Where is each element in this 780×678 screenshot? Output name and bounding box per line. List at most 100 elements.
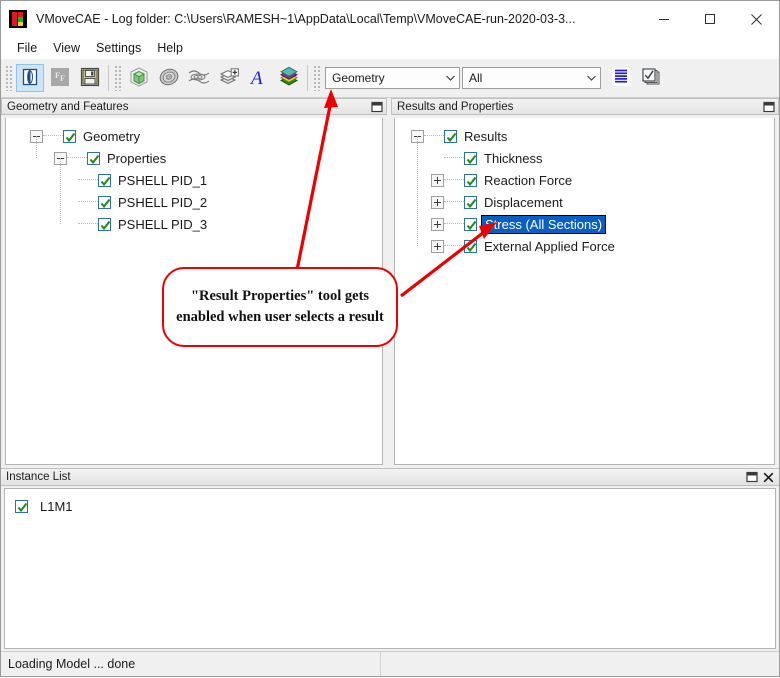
add-layer-button[interactable] xyxy=(215,64,243,92)
instance-list-item[interactable]: L1M1 xyxy=(15,496,775,516)
tree-item-properties[interactable]: Properties xyxy=(6,147,382,169)
tree-item-label: Results xyxy=(464,128,508,144)
text-annotation-button[interactable]: A xyxy=(245,64,273,92)
toolbar-grip-3[interactable] xyxy=(313,65,320,91)
menu-view[interactable]: View xyxy=(45,39,88,57)
select-all-pages-icon xyxy=(640,66,662,91)
checkbox-checked[interactable] xyxy=(98,217,111,231)
tree-item-thickness[interactable]: Thickness xyxy=(395,147,774,169)
text-annotation-icon: A xyxy=(248,66,270,91)
instance-list-body[interactable]: L1M1 xyxy=(4,488,776,649)
tree-item-external-applied-force[interactable]: External Applied Force xyxy=(395,235,774,257)
checkbox-checked[interactable] xyxy=(464,239,477,253)
geometry-panel-title: Geometry and Features xyxy=(7,100,129,113)
toolbar-grip-1[interactable] xyxy=(5,65,12,91)
toolbar-separator-2 xyxy=(307,65,308,91)
toolbar-group-file: F F xyxy=(15,63,105,93)
menu-file[interactable]: File xyxy=(9,39,45,57)
save-button[interactable] xyxy=(76,64,104,92)
tree-item-results[interactable]: Results xyxy=(395,125,774,147)
close-panel-icon[interactable] xyxy=(762,471,775,484)
expand-icon[interactable] xyxy=(431,195,444,209)
checkbox-checked[interactable] xyxy=(15,499,28,513)
maximize-button[interactable] xyxy=(687,1,733,37)
tree-item-label: Properties xyxy=(107,150,167,166)
tree-item-label: External Applied Force xyxy=(484,238,615,254)
checkbox-checked[interactable] xyxy=(98,173,111,187)
checkbox-checked[interactable] xyxy=(464,195,477,209)
main-content: Geometry and Features Geometry Propertie… xyxy=(1,98,779,676)
toolbar-grip-2[interactable] xyxy=(114,65,121,91)
instance-list-header-buttons xyxy=(745,471,775,484)
checkbox-checked[interactable] xyxy=(98,195,111,209)
list-button[interactable] xyxy=(607,64,635,92)
checkbox-checked[interactable] xyxy=(63,129,76,143)
expand-icon[interactable] xyxy=(431,173,444,187)
geometry-cube-icon xyxy=(127,65,151,92)
tree-item-reaction-force[interactable]: Reaction Force xyxy=(395,169,774,191)
ff-button: F F xyxy=(46,64,74,92)
checkbox-checked[interactable] xyxy=(464,173,477,187)
instance-list-panel: Instance List L1M1 xyxy=(1,468,779,651)
annotation-callout: "Result Properties" tool gets enabled wh… xyxy=(162,267,398,347)
dock-window-icon[interactable] xyxy=(370,100,383,113)
status-secondary xyxy=(381,652,388,676)
tree-item-pshell-pid-1[interactable]: PSHELL PID_1 xyxy=(6,169,382,191)
expand-icon[interactable] xyxy=(431,239,444,253)
checkbox-checked[interactable] xyxy=(444,129,457,143)
filter-combo[interactable]: All xyxy=(462,67,601,89)
shell-button[interactable] xyxy=(155,64,183,92)
menu-help[interactable]: Help xyxy=(149,39,191,57)
tree-item-label: Geometry xyxy=(83,128,141,144)
tree-item-geometry[interactable]: Geometry xyxy=(6,125,382,147)
restore-window-icon[interactable] xyxy=(745,471,758,484)
tree-item-label: PSHELL PID_2 xyxy=(118,194,208,210)
result-properties-books-icon xyxy=(277,65,301,92)
checkbox-checked[interactable] xyxy=(464,151,477,165)
minimize-button[interactable] xyxy=(641,1,687,37)
results-panel-header-buttons xyxy=(762,100,775,113)
geometry-tree: Geometry Properties PSHELL PID_1 PSHELL … xyxy=(6,118,382,235)
results-panel-header: Results and Properties xyxy=(391,98,779,115)
dock-window-icon[interactable] xyxy=(762,100,775,113)
contour-waves-icon xyxy=(187,65,211,92)
open-file-button[interactable] xyxy=(16,64,44,92)
checkbox-checked[interactable] xyxy=(87,151,100,165)
select-all-button[interactable] xyxy=(637,64,665,92)
checkbox-checked[interactable] xyxy=(464,217,477,231)
filter-combo-value: All xyxy=(469,71,483,85)
expand-icon[interactable] xyxy=(431,217,444,231)
tree-item-displacement[interactable]: Displacement xyxy=(395,191,774,213)
svg-text:A: A xyxy=(249,68,263,88)
results-panel-title: Results and Properties xyxy=(397,100,514,113)
tree-item-label: Reaction Force xyxy=(484,172,573,188)
results-tree-container[interactable]: Results Thickness Reaction Force Displac… xyxy=(394,118,775,465)
app-logo-icon xyxy=(9,10,27,28)
tree-item-stress-all-sections[interactable]: Stress (All Sections) xyxy=(395,213,774,235)
results-properties-panel: Results and Properties Results Thickness… xyxy=(391,98,779,468)
save-icon xyxy=(79,66,101,91)
results-tree: Results Thickness Reaction Force Displac… xyxy=(395,118,774,257)
entity-type-combo-value: Geometry xyxy=(332,71,385,85)
tree-item-label: PSHELL PID_1 xyxy=(118,172,208,188)
entity-type-combo[interactable]: Geometry xyxy=(325,67,460,89)
tree-item-pshell-pid-3[interactable]: PSHELL PID_3 xyxy=(6,213,382,235)
tree-item-pshell-pid-2[interactable]: PSHELL PID_2 xyxy=(6,191,382,213)
result-properties-button[interactable] xyxy=(275,64,303,92)
application-window: VMoveCAE - Log folder: C:\Users\RAMESH~1… xyxy=(0,0,780,677)
contour-button[interactable] xyxy=(185,64,213,92)
shell-disc-icon xyxy=(157,65,181,92)
instance-list-item-label: L1M1 xyxy=(40,498,73,514)
chevron-down-icon xyxy=(441,74,459,82)
main-toolbar: F F A Geometry All xyxy=(1,59,779,98)
tree-item-label: PSHELL PID_3 xyxy=(118,216,208,232)
title-bar: VMoveCAE - Log folder: C:\Users\RAMESH~1… xyxy=(1,1,779,37)
close-button[interactable] xyxy=(733,1,779,37)
tree-item-label-selected: Stress (All Sections) xyxy=(480,214,607,234)
layers-add-icon xyxy=(217,65,241,92)
geometry-panel-header: Geometry and Features xyxy=(1,98,387,115)
open-file-icon xyxy=(20,67,40,90)
window-title: VMoveCAE - Log folder: C:\Users\RAMESH~1… xyxy=(36,12,576,26)
geometry-button[interactable] xyxy=(125,64,153,92)
menu-settings[interactable]: Settings xyxy=(88,39,149,57)
